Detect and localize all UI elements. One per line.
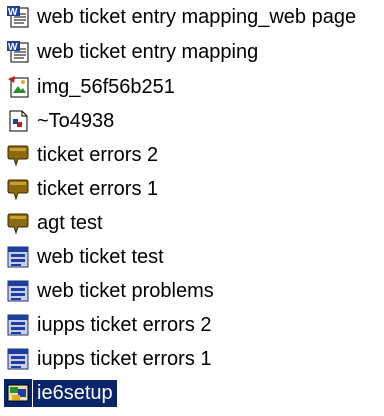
file-item-7[interactable]: web ticket test — [4, 242, 168, 272]
image-file-icon — [4, 73, 32, 101]
file-name: web ticket entry mapping_web page — [37, 5, 357, 28]
file-item-4[interactable]: ticket errors 2 — [4, 140, 162, 170]
file-name: web ticket test — [37, 245, 164, 268]
file-name: ticket errors 2 — [37, 143, 159, 166]
file-item-8[interactable]: web ticket problems — [4, 276, 218, 306]
file-item-5[interactable]: ticket errors 1 — [4, 174, 162, 204]
file-item-6[interactable]: agt test — [4, 208, 107, 238]
file-item-3[interactable]: ~To4938 — [4, 106, 118, 136]
file-name: iupps ticket errors 1 — [37, 347, 212, 370]
file-name: ie6setup — [33, 379, 117, 407]
zip-archive-icon — [4, 311, 32, 339]
file-name: web ticket problems — [37, 279, 214, 302]
svg-text:W: W — [8, 7, 18, 18]
file-item-11[interactable]: ie6setup — [4, 378, 117, 408]
word-document-icon: W — [4, 3, 32, 31]
file-name: ~To4938 — [37, 109, 115, 132]
file-item-0[interactable]: W web ticket entry mapping_web page — [4, 2, 360, 32]
setup-program-icon — [4, 379, 32, 407]
chm-help-icon — [4, 209, 32, 237]
zip-archive-icon — [4, 345, 32, 373]
temp-file-icon — [4, 107, 32, 135]
file-name: web ticket entry mapping — [37, 40, 259, 63]
file-name: agt test — [37, 211, 103, 234]
word-document-icon: W — [4, 38, 32, 66]
chm-help-icon — [4, 175, 32, 203]
svg-text:W: W — [8, 42, 18, 53]
file-name: iupps ticket errors 2 — [37, 313, 212, 336]
file-name: img_56f56b251 — [37, 75, 175, 98]
file-item-9[interactable]: iupps ticket errors 2 — [4, 310, 216, 340]
file-item-1[interactable]: W web ticket entry mapping — [4, 37, 262, 67]
zip-archive-icon — [4, 243, 32, 271]
file-list: W web ticket entry mapping_web page W we… — [0, 0, 384, 416]
zip-archive-icon — [4, 277, 32, 305]
chm-help-icon — [4, 141, 32, 169]
file-name: ticket errors 1 — [37, 177, 159, 200]
file-item-10[interactable]: iupps ticket errors 1 — [4, 344, 216, 374]
file-item-2[interactable]: img_56f56b251 — [4, 72, 179, 102]
